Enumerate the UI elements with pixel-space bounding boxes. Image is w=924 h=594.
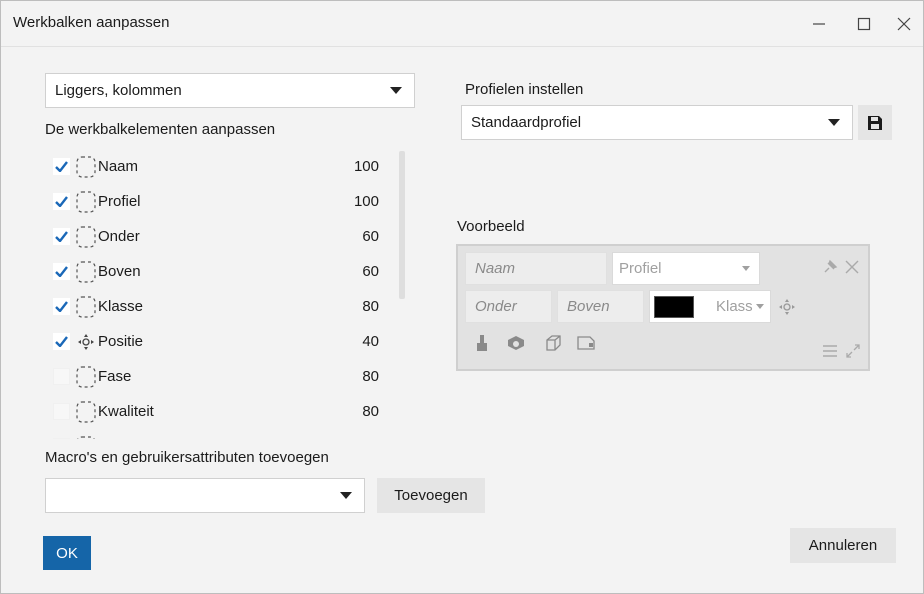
list-scrollbar[interactable] (399, 151, 405, 299)
preview-boven-field: Boven (557, 290, 644, 323)
checkbox-checked[interactable] (53, 193, 70, 210)
list-item[interactable]: Positie 40 (43, 324, 383, 359)
save-icon (868, 115, 882, 130)
preview-profiel-select: Profiel (612, 252, 760, 285)
preview-onder-field: Onder (465, 290, 552, 323)
placeholder-icon (75, 295, 97, 319)
placeholder-icon (75, 190, 97, 214)
list-item-width[interactable]: 60 (323, 263, 383, 280)
profiles-label: Profielen instellen (465, 81, 584, 98)
object-type-value: Liggers, kolommen (55, 82, 182, 99)
chevron-down-icon (390, 87, 402, 94)
list-item-name: Klasse (98, 298, 144, 315)
minimize-icon (813, 23, 825, 25)
list-item-width[interactable]: 80 (323, 368, 383, 385)
preview-naam-field: Naam (465, 252, 607, 285)
list-item[interactable]: Profiel 100 (43, 184, 383, 219)
preview-klasse-value: Klass (716, 298, 753, 315)
list-item[interactable]: Onder 60 (43, 219, 383, 254)
checkbox-checked[interactable] (53, 298, 70, 315)
object-type-select[interactable]: Liggers, kolommen (45, 73, 415, 108)
list-item-name: Onder (98, 228, 140, 245)
placeholder-icon (75, 260, 97, 284)
preview-label: Voorbeeld (457, 218, 525, 235)
customize-label: De werkbalkelementen aanpassen (45, 121, 276, 138)
profile-select-value: Standaardprofiel (471, 114, 582, 131)
preview-klasse-select: Klass (649, 290, 771, 323)
add-button[interactable]: Toevoegen (377, 478, 485, 513)
brush-icon (477, 335, 487, 351)
checkbox-checked[interactable] (53, 263, 70, 280)
close-icon (897, 17, 911, 31)
cube-icon (546, 335, 561, 351)
ok-button[interactable]: OK (43, 536, 91, 570)
list-item-name: Positie (98, 333, 144, 350)
list-item[interactable]: Boven 60 (43, 254, 383, 289)
placeholder-icon (75, 155, 97, 179)
cancel-button[interactable]: Annuleren (790, 528, 896, 563)
list-item-width[interactable]: 60 (323, 228, 383, 245)
toolbar-preview: Naam Profiel Onder Boven Klass (456, 244, 870, 371)
placeholder-icon (75, 435, 97, 439)
macro-label: Macro's en gebruikersattributen toevoege… (45, 449, 329, 466)
list-item-width[interactable]: 40 (323, 333, 383, 350)
list-item-width[interactable]: 100 (323, 193, 383, 210)
position-icon (779, 299, 795, 315)
list-item-width[interactable]: 80 (323, 403, 383, 420)
list-item-width[interactable]: 80 (323, 298, 383, 315)
close-button[interactable] (886, 1, 922, 47)
list-item[interactable]: Naam 100 (43, 149, 383, 184)
view-icon (508, 336, 524, 350)
list-item[interactable]: Klasse 80 (43, 289, 383, 324)
close-icon (845, 260, 859, 274)
chevron-down-icon (756, 303, 764, 309)
list-item[interactable] (43, 429, 383, 439)
checkbox-checked[interactable] (53, 158, 70, 175)
list-item-name: Profiel (98, 193, 141, 210)
macro-select[interactable] (45, 478, 365, 513)
color-swatch (654, 295, 694, 318)
pin-icon (824, 259, 838, 273)
list-item[interactable]: Fase 80 (43, 359, 383, 394)
list-item[interactable]: Kwaliteit 80 (43, 394, 383, 429)
chevron-down-icon (828, 119, 840, 126)
checkbox-checked[interactable] (53, 228, 70, 245)
title-bar: Werkbalken aanpassen (1, 1, 923, 47)
list-item-width[interactable]: 100 (323, 158, 383, 175)
window-title: Werkbalken aanpassen (13, 14, 170, 31)
preview-profiel-value: Profiel (619, 260, 662, 277)
position-icon (75, 330, 97, 354)
placeholder-icon (75, 225, 97, 249)
checkbox-unchecked[interactable] (53, 403, 70, 420)
save-profile-button[interactable] (858, 105, 892, 140)
toolbar-items-list[interactable]: Naam 100 Profiel 100 Onder 60 Boven 60 Klasse 80 P… (43, 149, 385, 439)
checkbox-checked[interactable] (53, 333, 70, 350)
profile-select[interactable]: Standaardprofiel (461, 105, 853, 140)
dialog-window: Werkbalken aanpassen Liggers, kolommen D… (0, 0, 924, 594)
expand-icon (846, 344, 860, 358)
placeholder-icon (75, 400, 97, 424)
placeholder-icon (75, 365, 97, 389)
checkbox-unchecked[interactable] (53, 438, 70, 439)
list-item-name: Naam (98, 158, 139, 175)
chevron-down-icon (742, 265, 750, 271)
list-icon (823, 345, 837, 357)
maximize-button[interactable] (846, 1, 882, 47)
document-icon (577, 336, 595, 350)
minimize-button[interactable] (801, 1, 837, 47)
checkbox-unchecked[interactable] (53, 368, 70, 385)
maximize-icon (857, 17, 871, 31)
list-item-name: Kwaliteit (98, 403, 154, 420)
list-item-name: Boven (98, 263, 141, 280)
list-item-name: Fase (98, 368, 132, 385)
chevron-down-icon (340, 492, 352, 499)
